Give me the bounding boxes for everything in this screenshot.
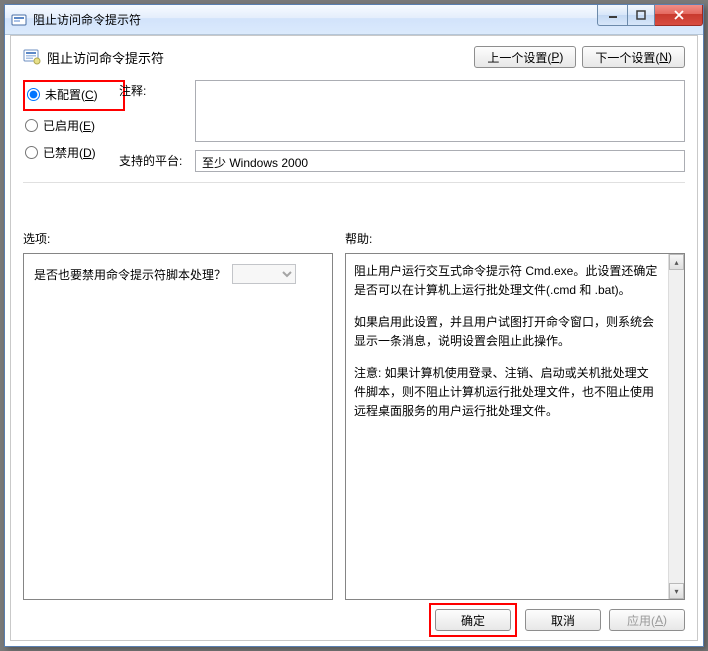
next-setting-button[interactable]: 下一个设置(N) [582,46,685,68]
options-panel: 是否也要禁用命令提示符脚本处理？ [23,253,333,600]
help-text: 阻止用户运行交互式命令提示符 Cmd.exe。此设置还确定是否可以在计算机上运行… [346,254,668,599]
comment-label: 注释: [119,80,189,99]
script-processing-select[interactable] [232,264,296,284]
radio-not-configured-input[interactable] [27,88,40,101]
header-row: 阻止访问命令提示符 上一个设置(P) 下一个设置(N) [11,36,697,76]
help-header: 帮助: [345,224,685,247]
previous-setting-button[interactable]: 上一个设置(P) [474,46,576,68]
radio-enabled-input[interactable] [25,119,38,132]
radio-not-configured[interactable]: 未配置(C) [27,86,117,103]
not-configured-highlight: 未配置(C) [23,80,125,111]
radio-disabled-input[interactable] [25,146,38,159]
titlebar[interactable]: 阻止访问命令提示符 [5,5,703,35]
client-area: 阻止访问命令提示符 上一个设置(P) 下一个设置(N) 未配置(C) [10,35,698,641]
options-header: 选项: [23,224,333,247]
lower-panels: 选项: 是否也要禁用命令提示符脚本处理？ 帮助: 阻止用户运行交互式命令提示符 … [11,224,697,600]
dialog-window: 阻止访问命令提示符 阻止访问命 [4,4,704,647]
policy-icon [23,48,41,66]
radio-disabled[interactable]: 已禁用(D) [25,144,119,161]
help-scrollbar[interactable]: ▴ ▾ [668,254,684,599]
radio-enabled[interactable]: 已启用(E) [25,117,119,134]
option-question: 是否也要禁用命令提示符脚本处理？ [34,266,226,283]
cancel-button[interactable]: 取消 [525,609,601,631]
comment-textarea[interactable] [195,80,685,142]
config-section: 未配置(C) 已启用(E) 已禁用(D) 注释: 支持的平台 [11,76,697,176]
help-panel: 阻止用户运行交互式命令提示符 Cmd.exe。此设置还确定是否可以在计算机上运行… [345,253,685,600]
maximize-button[interactable] [627,5,655,26]
apply-button[interactable]: 应用(A) [609,609,685,631]
ok-highlight: 确定 [429,603,517,637]
supported-platform-value: 至少 Windows 2000 [195,150,685,172]
policy-title: 阻止访问命令提示符 [47,48,474,67]
ok-button[interactable]: 确定 [435,609,511,631]
scroll-up-button[interactable]: ▴ [669,254,684,270]
footer: 确定 取消 应用(A) [11,600,697,640]
close-button[interactable] [655,5,703,26]
scroll-down-button[interactable]: ▾ [669,583,684,599]
minimize-button[interactable] [597,5,627,26]
window-title: 阻止访问命令提示符 [33,11,141,28]
platform-label: 支持的平台: [119,150,189,169]
separator [23,182,685,183]
app-icon [11,12,27,28]
